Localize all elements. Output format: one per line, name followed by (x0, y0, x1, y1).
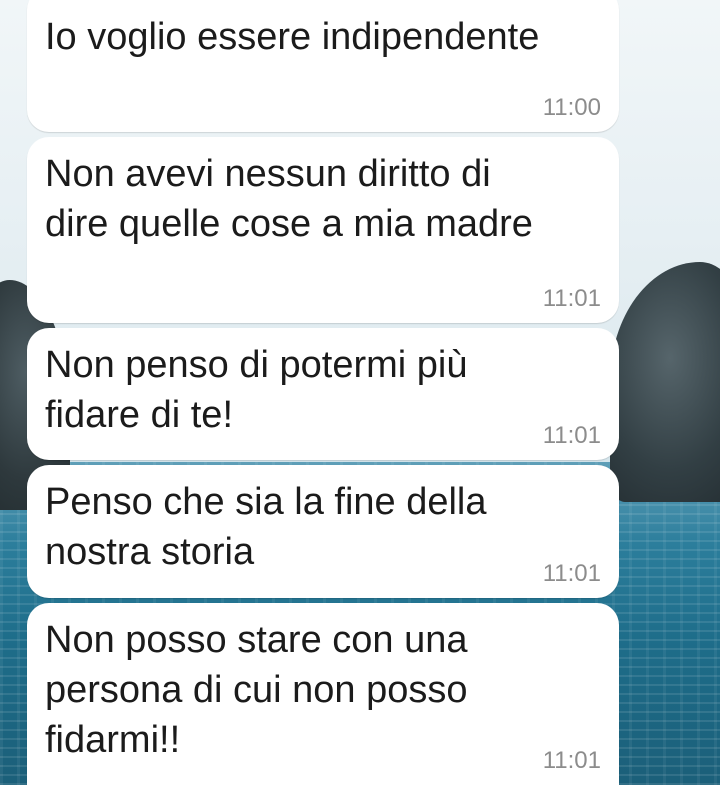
message-bubble[interactable]: Non penso di potermi più fidare di te! 1… (27, 328, 619, 460)
message-timestamp: 11:01 (542, 560, 601, 587)
message-bubble[interactable]: Non avevi nessun diritto di dire quelle … (27, 137, 619, 323)
message-timestamp: 11:01 (542, 285, 601, 312)
message-text: Non avevi nessun diritto di dire quelle … (45, 153, 533, 245)
message-bubble[interactable]: Io voglio essere indipendente 11:00 (27, 0, 619, 132)
message-bubble[interactable]: Penso che sia la fine della nostra stori… (27, 465, 619, 598)
message-list[interactable]: Io voglio essere indipendente 11:00 Non … (0, 0, 720, 785)
message-timestamp: 11:00 (542, 94, 601, 121)
message-text: Penso che sia la fine della nostra stori… (45, 481, 487, 573)
message-bubble[interactable]: Non posso stare con una persona di cui n… (27, 603, 619, 785)
message-text: Non posso stare con una persona di cui n… (45, 619, 468, 761)
message-text: Io voglio essere indipendente (45, 16, 540, 58)
message-text: Non penso di potermi più fidare di te! (45, 344, 468, 436)
message-timestamp: 11:01 (542, 747, 601, 774)
message-timestamp: 11:01 (542, 422, 601, 449)
